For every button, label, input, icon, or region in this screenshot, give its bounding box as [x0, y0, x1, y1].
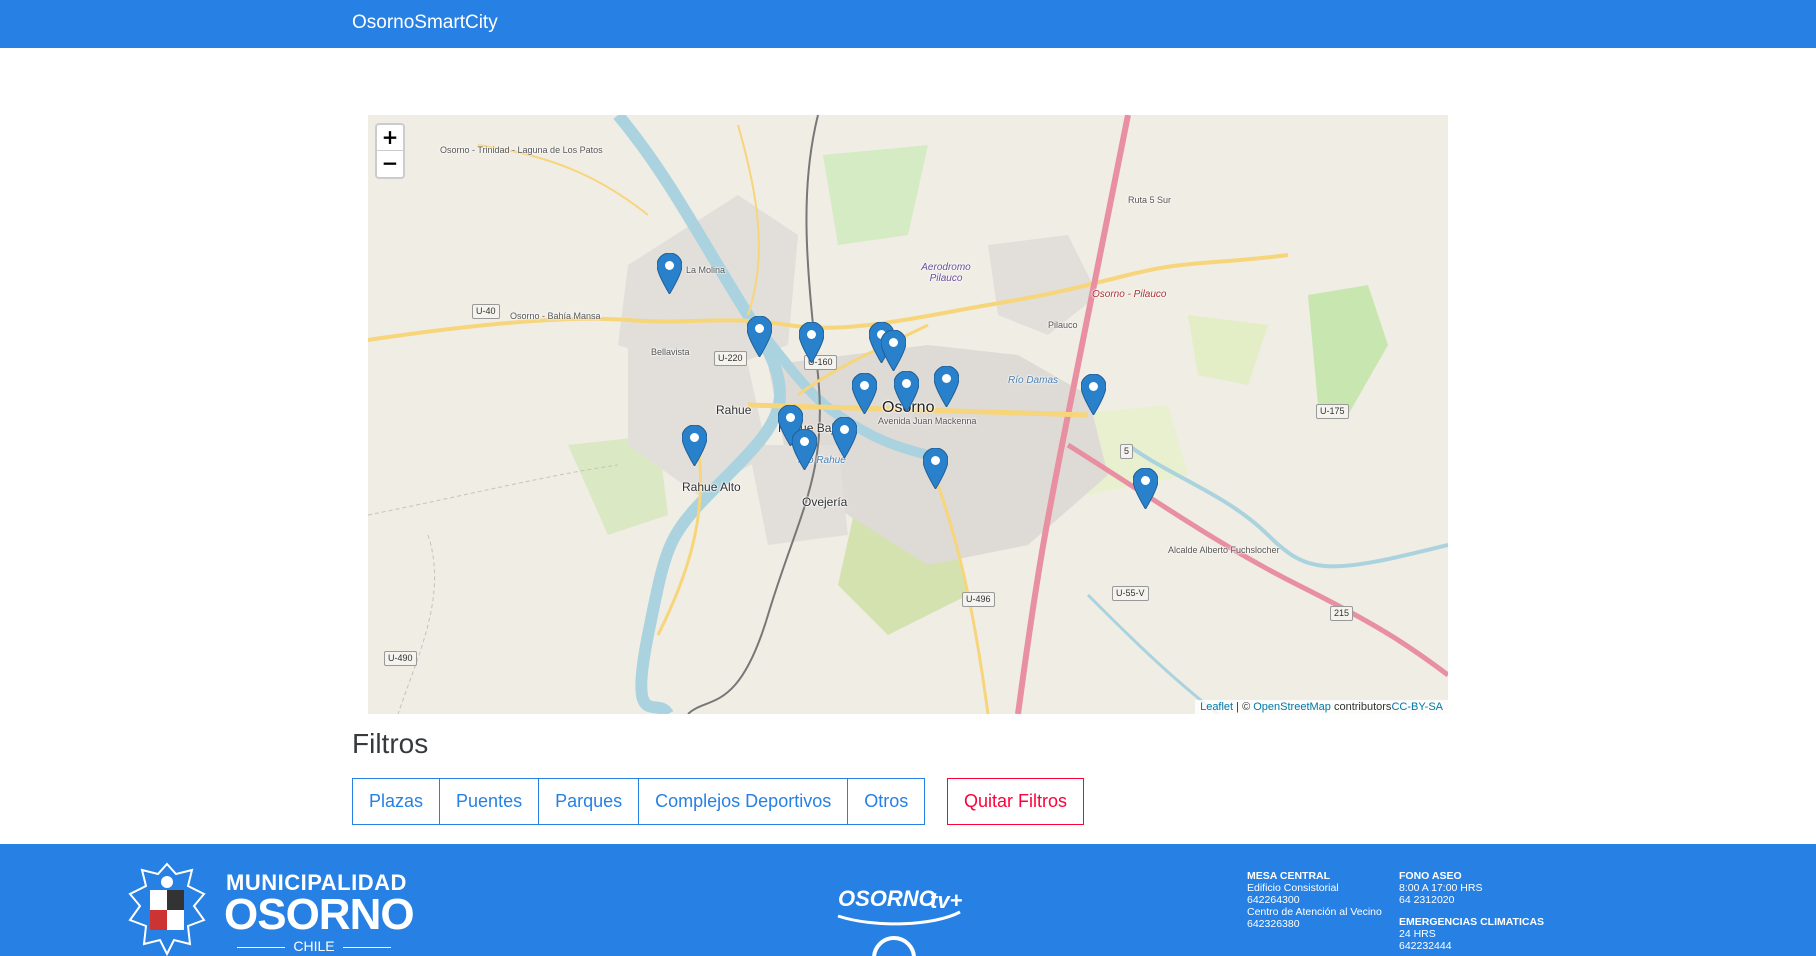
country-label: CHILE [293, 938, 335, 954]
map-marker-icon[interactable] [881, 330, 906, 371]
emergencias-line: 642232444 [1399, 940, 1452, 952]
fono-aseo-line: 64 2312020 [1399, 894, 1455, 906]
mesa-central-title: MESA CENTRAL [1247, 870, 1331, 882]
shield-u490: U-490 [384, 651, 417, 666]
map-label-rio-damas: Río Damas [1008, 375, 1059, 386]
filter-otros-button[interactable]: Otros [847, 778, 926, 825]
brand-link[interactable]: OsornoSmartCity [352, 12, 498, 34]
mesa-central-contact: MESA CENTRAL Edificio Consistorial 64226… [1247, 870, 1382, 930]
shield-u496: U-496 [962, 592, 995, 607]
filter-plazas-button[interactable]: Plazas [352, 778, 441, 825]
zoom-control: + − [375, 123, 405, 179]
map[interactable]: + − Osorno Rahue Rahue Alto Ovejería Rah… [368, 115, 1448, 714]
map-marker-icon[interactable] [792, 429, 817, 470]
map-marker-icon[interactable] [894, 371, 919, 412]
map-marker-icon[interactable] [799, 322, 824, 363]
map-label-osorno-trinidad: Osorno - Trinidad - Laguna de Los Patos [440, 145, 603, 155]
municipal-crest-logo [128, 862, 206, 956]
zoom-in-button[interactable]: + [377, 125, 403, 151]
map-label-rahue-alto: Rahue Alto [682, 480, 741, 494]
license-link[interactable]: CC-BY-SA [1391, 701, 1443, 713]
map-label-ruta5sur: Ruta 5 Sur [1128, 195, 1172, 205]
map-marker-icon[interactable] [934, 366, 959, 407]
municipality-country: CHILE [226, 938, 402, 954]
attribution-contributors: contributors [1330, 701, 1392, 713]
map-attribution: Leaflet | © OpenStreetMap contributorsCC… [1195, 700, 1448, 714]
mesa-central-line: Centro de Atención al Vecino [1247, 906, 1382, 918]
filter-button-group: Plazas Puentes Parques Complejos Deporti… [352, 778, 926, 825]
mesa-central-line: 642326380 [1247, 918, 1300, 930]
emergencias-line: 24 HRS [1399, 928, 1436, 940]
map-marker-icon[interactable] [852, 373, 877, 414]
filters-title: Filtros [352, 728, 429, 759]
leaflet-link[interactable]: Leaflet [1200, 701, 1233, 713]
footer: MUNICIPALIDAD OSORNO CHILE OSORNO tv+ ME… [0, 844, 1816, 956]
zoom-out-button[interactable]: − [377, 151, 403, 177]
mesa-central-line: Edificio Consistorial [1247, 882, 1339, 894]
map-label-bellavista: Bellavista [651, 347, 690, 357]
svg-text:OSORNO: OSORNO [838, 886, 936, 911]
shield-r215: 215 [1330, 606, 1354, 621]
attribution-separator: | © [1233, 701, 1254, 713]
map-marker-icon[interactable] [1081, 374, 1106, 415]
shield-u55v: U-55-V [1112, 586, 1149, 601]
map-label-osorno-pilauco: Osorno - Pilauco [1092, 289, 1167, 300]
filter-parques-button[interactable]: Parques [538, 778, 640, 825]
shield-r5: 5 [1120, 444, 1134, 459]
municipality-name: OSORNO [224, 890, 415, 939]
fono-aseo-line: 8:00 A 17:00 HRS [1399, 882, 1483, 894]
clear-filters-button[interactable]: Quitar Filtros [947, 778, 1085, 825]
filter-complejos-deportivos-button[interactable]: Complejos Deportivos [638, 778, 849, 825]
map-label-pilauco: Pilauco [1048, 320, 1078, 330]
map-marker-icon[interactable] [747, 316, 772, 357]
map-marker-icon[interactable] [657, 253, 682, 294]
map-label-rahue: Rahue [716, 403, 752, 417]
svg-text:tv+: tv+ [930, 888, 963, 913]
map-label-osorno-bahia: Osorno - Bahía Mansa [510, 311, 601, 321]
osm-link[interactable]: OpenStreetMap [1253, 701, 1331, 713]
map-label-aerodromo: Aerodromo Pilauco [921, 262, 971, 284]
map-label-la-molina: La Molina [686, 265, 726, 275]
map-marker-icon[interactable] [1133, 468, 1158, 509]
navbar: OsornoSmartCity [0, 0, 1816, 48]
map-marker-icon[interactable] [682, 425, 707, 466]
emergencias-title: EMERGENCIAS CLIMATICAS [1399, 916, 1545, 928]
filter-puentes-button[interactable]: Puentes [439, 778, 540, 825]
shield-u220: U-220 [714, 351, 747, 366]
map-label-juan-mackenna: Avenida Juan Mackenna [878, 416, 977, 426]
shield-u40: U-40 [472, 304, 500, 319]
fono-aseo-contact: FONO ASEO 8:00 A 17:00 HRS 64 2312020 [1399, 870, 1482, 906]
map-label-alcalde: Alcalde Alberto Fuchslocher [1168, 545, 1280, 555]
map-marker-icon[interactable] [832, 417, 857, 458]
map-label-ovejeria: Ovejería [802, 495, 848, 509]
partner-logo-icon [872, 936, 916, 956]
emergencias-contact: EMERGENCIAS CLIMATICAS 24 HRS 642232444 [1399, 916, 1544, 952]
osorno-tv-logo[interactable]: OSORNO tv+ [834, 882, 974, 926]
map-marker-icon[interactable] [923, 448, 948, 489]
fono-aseo-title: FONO ASEO [1399, 870, 1462, 882]
mesa-central-line: 642264300 [1247, 894, 1300, 906]
shield-u175: U-175 [1316, 404, 1349, 419]
